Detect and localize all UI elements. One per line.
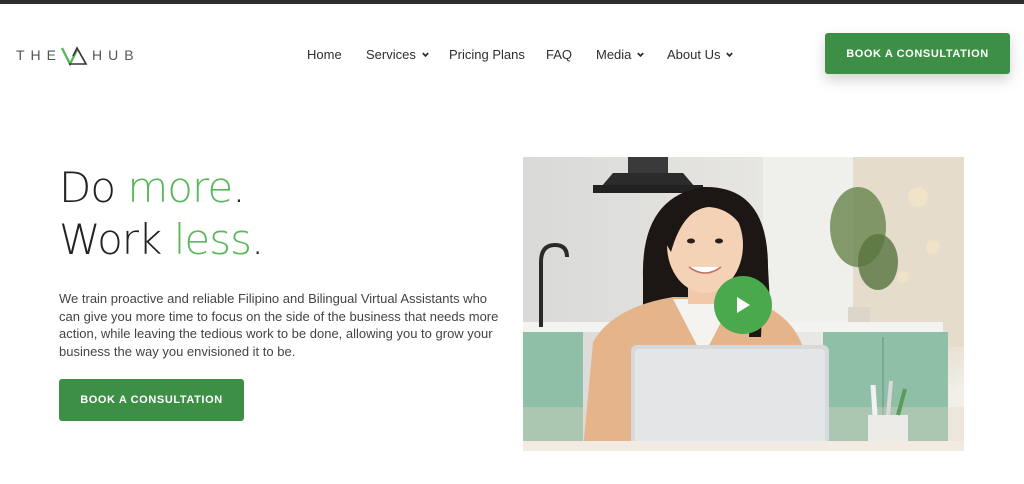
chevron-down-icon [726,52,734,57]
nav-item-media[interactable]: Media [596,47,645,62]
nav-item-label: Pricing Plans [449,46,525,62]
headline-line-1: Do more. [59,162,263,214]
chevron-down-icon [637,52,645,57]
headline-punct: . [232,163,245,212]
headline-word: Do [59,163,128,212]
book-consultation-button-header[interactable]: BOOK A CONSULTATION [825,33,1010,74]
headline-word: Work [59,215,174,264]
play-video-button[interactable] [714,276,772,334]
hero-description: We train proactive and reliable Filipino… [59,291,499,359]
nav-item-services[interactable]: Services [366,47,430,62]
nav-item-pricing-plans[interactable]: Pricing Plans [449,47,525,62]
book-consultation-button-hero[interactable]: BOOK A CONSULTATION [59,379,244,421]
nav-item-faq[interactable]: FAQ [546,47,572,62]
nav-item-label: Services [366,46,416,62]
chevron-down-icon [422,52,429,57]
logo-text-left: THE [16,47,62,63]
headline-line-2: Work less. [59,214,264,266]
play-icon [737,297,750,313]
nav-item-label: About Us [667,46,721,62]
nav-item-label: FAQ [546,46,573,62]
headline-punct: . [251,215,264,264]
logo[interactable]: THE HUB [16,40,140,70]
top-bar [0,0,1024,4]
hero-headline: Do more. Work less. [59,162,264,266]
nav-item-about-us[interactable]: About Us [667,47,734,62]
logo-text-right: HUB [92,47,140,63]
headline-accent-word: more [127,163,233,212]
va-triangle-icon [60,46,88,67]
nav-item-home[interactable]: Home [307,47,342,62]
headline-accent-word: less [173,215,252,264]
nav-item-label: Home [307,46,342,62]
nav-item-label: Media [596,46,632,62]
